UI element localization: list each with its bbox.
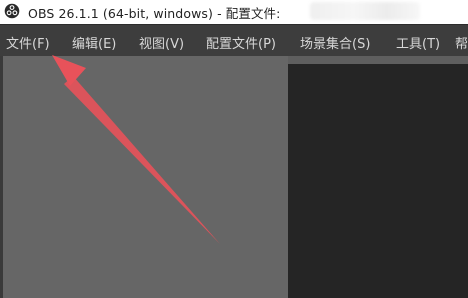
menu-bar: 文件(F) 编辑(E) 视图(V) 配置文件(P) 场景集合(S) 工具(T) … xyxy=(0,24,468,57)
window-title: OBS 26.1.1 (64-bit, windows) - 配置文件: xyxy=(28,6,281,21)
menu-file[interactable]: 文件(F) xyxy=(6,33,50,52)
title-bar: OBS 26.1.1 (64-bit, windows) - 配置文件: xyxy=(0,0,468,22)
menu-edit[interactable]: 编辑(E) xyxy=(72,33,116,52)
main-workspace xyxy=(0,56,468,298)
menu-scene-collection[interactable]: 场景集合(S) xyxy=(300,33,370,52)
panel-edge xyxy=(288,56,468,64)
preview-area xyxy=(3,56,288,298)
obs-logo-icon xyxy=(4,3,20,19)
menu-view[interactable]: 视图(V) xyxy=(139,33,184,52)
menu-help[interactable]: 帮 xyxy=(455,33,468,52)
redacted-profile-name xyxy=(310,2,420,20)
dark-panel xyxy=(288,64,468,298)
menu-profile[interactable]: 配置文件(P) xyxy=(206,33,276,52)
menu-tools[interactable]: 工具(T) xyxy=(396,33,440,52)
